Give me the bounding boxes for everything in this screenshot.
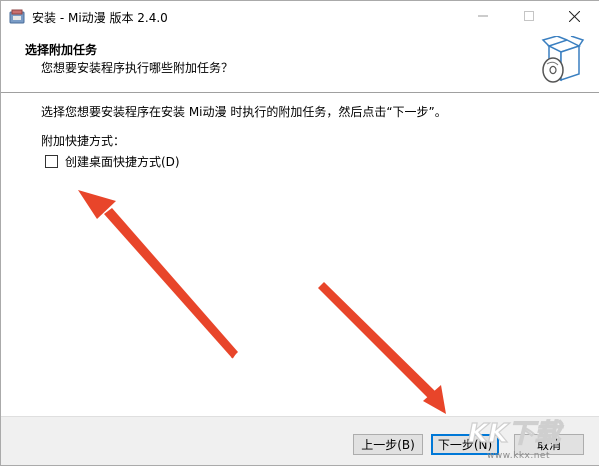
task-desktop-shortcut[interactable]: 创建桌面快捷方式(D) — [45, 153, 180, 169]
installer-window: 安装 - Mi动漫 版本 2.4.0 选择附加任务 您想要安装程序执行哪些附加任… — [0, 0, 599, 466]
maximize-button[interactable] — [509, 1, 549, 31]
minimize-button[interactable] — [463, 1, 503, 31]
desktop-shortcut-checkbox[interactable] — [45, 154, 58, 168]
page-title: 选择附加任务 — [25, 43, 98, 57]
svg-text:KK下载: KK下载 — [468, 419, 564, 449]
desktop-shortcut-label[interactable]: 创建桌面快捷方式(D) — [65, 153, 180, 170]
wizard-body: 选择您想要安装程序在安装 Mi动漫 时执行的附加任务，然后点击“下一步”。 附加… — [1, 93, 599, 416]
window-title: 安装 - Mi动漫 版本 2.4.0 — [32, 11, 168, 25]
title-bar: 安装 - Mi动漫 版本 2.4.0 — [1, 1, 599, 32]
shortcut-group-label: 附加快捷方式： — [41, 134, 126, 148]
wizard-header: 选择附加任务 您想要安装程序执行哪些附加任务？ — [1, 32, 599, 92]
setup-box-cd-icon — [539, 35, 585, 88]
back-button[interactable]: 上一步(B) — [353, 434, 423, 455]
close-icon — [568, 10, 580, 22]
instruction-text: 选择您想要安装程序在安装 Mi动漫 时执行的附加任务，然后点击“下一步”。 — [41, 105, 447, 119]
installer-icon — [9, 9, 25, 25]
page-subtitle: 您想要安装程序执行哪些附加任务？ — [41, 61, 234, 75]
watermark-url: www.kkx.net — [487, 451, 550, 461]
close-button[interactable] — [554, 1, 594, 31]
